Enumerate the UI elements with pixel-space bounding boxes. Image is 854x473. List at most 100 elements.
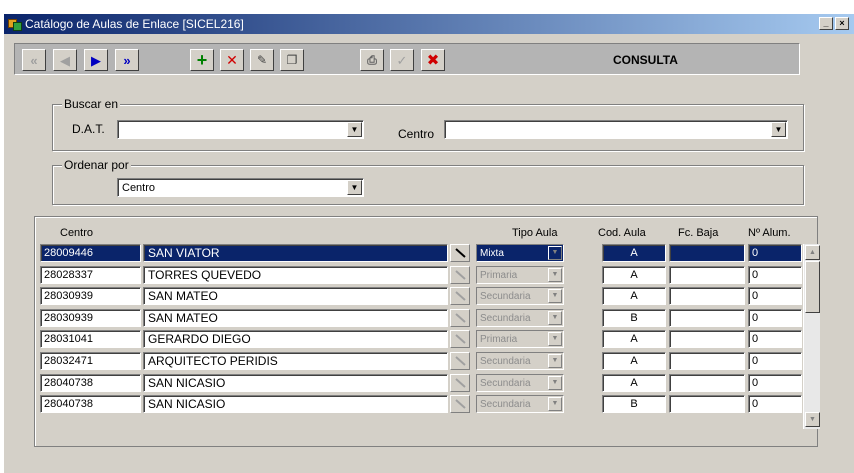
num-alum-field[interactable]: 0 — [748, 395, 802, 413]
centro-label: Centro — [398, 127, 435, 141]
lov-button[interactable] — [450, 330, 470, 348]
chevron-down-icon[interactable]: ▼ — [548, 376, 562, 390]
fc-baja-field[interactable] — [669, 352, 745, 370]
accept-button[interactable]: ✓ — [390, 49, 414, 71]
print-button[interactable]: ⎙ — [360, 49, 384, 71]
cod-aula-field[interactable]: A — [602, 244, 666, 262]
num-alum-field[interactable]: 0 — [748, 352, 802, 370]
toolbar: « ◀ ▶ » + ✕ ✎ ❐ ⎙ ✓ ✖ CONSULTA — [14, 43, 800, 75]
cod-aula-field[interactable]: B — [602, 395, 666, 413]
last-record-button[interactable]: » — [115, 49, 139, 71]
fc-baja-field[interactable] — [669, 374, 745, 392]
fc-baja-field[interactable] — [669, 266, 745, 284]
tipo-aula-select[interactable]: Secundaria ▼ — [476, 309, 564, 327]
cod-aula-field[interactable]: A — [602, 330, 666, 348]
tipo-aula-select[interactable]: Secundaria ▼ — [476, 374, 564, 392]
centro-code-field[interactable]: 28009446 — [40, 244, 141, 262]
centro-name-field[interactable]: SAN VIATOR — [143, 244, 448, 262]
cancel-icon: ✖ — [426, 51, 440, 69]
chevron-down-icon[interactable]: ▼ — [548, 332, 562, 346]
cod-aula-field[interactable]: A — [602, 374, 666, 392]
scroll-down-icon[interactable]: ▼ — [805, 412, 820, 427]
copy-button[interactable]: ❐ — [280, 49, 304, 71]
scroll-thumb[interactable] — [805, 261, 820, 313]
tipo-aula-select[interactable]: Primaria ▼ — [476, 330, 564, 348]
window-title: Catálogo de Aulas de Enlace [SICEL216] — [25, 17, 244, 31]
centro-code-field[interactable]: 28032471 — [40, 352, 141, 370]
centro-code-field[interactable]: 28028337 — [40, 266, 141, 284]
cod-aula-field[interactable]: A — [602, 287, 666, 305]
app-icon — [8, 17, 22, 31]
lov-button[interactable] — [450, 352, 470, 370]
centro-name-field[interactable]: SAN MATEO — [143, 309, 448, 327]
sort-group-legend: Ordenar por — [62, 158, 131, 172]
next-record-button[interactable]: ▶ — [84, 49, 108, 71]
pencil-icon — [455, 248, 466, 258]
centro-name-field[interactable]: SAN NICASIO — [143, 374, 448, 392]
chevron-down-icon[interactable]: ▼ — [548, 397, 562, 411]
tipo-aula-select[interactable]: Primaria ▼ — [476, 266, 564, 284]
sort-select[interactable]: Centro ▼ — [117, 178, 364, 197]
close-button[interactable]: × — [835, 17, 849, 30]
first-record-button[interactable]: « — [22, 49, 46, 71]
minimize-button[interactable]: _ — [819, 17, 833, 30]
num-alum-field[interactable]: 0 — [748, 374, 802, 392]
add-record-button[interactable]: + — [190, 49, 214, 71]
centro-name-field[interactable]: GERARDO DIEGO — [143, 330, 448, 348]
previous-record-button[interactable]: ◀ — [53, 49, 77, 71]
centro-name-field[interactable]: ARQUITECTO PERIDIS — [143, 352, 448, 370]
chevron-down-icon[interactable]: ▼ — [347, 180, 362, 195]
centro-name-field[interactable]: SAN MATEO — [143, 287, 448, 305]
vertical-scrollbar[interactable]: ▲ ▼ — [803, 244, 820, 429]
col-header-centro: Centro — [60, 227, 94, 239]
centro-code-field[interactable]: 28030939 — [40, 287, 141, 305]
fc-baja-field[interactable] — [669, 395, 745, 413]
centro-name-field[interactable]: TORRES QUEVEDO — [143, 266, 448, 284]
fc-baja-field[interactable] — [669, 244, 745, 262]
cod-aula-field[interactable]: A — [602, 352, 666, 370]
lov-button[interactable] — [450, 395, 470, 413]
col-header-fc-baja: Fc. Baja — [678, 227, 719, 239]
num-alum-field[interactable]: 0 — [748, 287, 802, 305]
chevron-down-icon[interactable]: ▼ — [548, 268, 562, 282]
fc-baja-field[interactable] — [669, 309, 745, 327]
first-record-icon: « — [30, 52, 38, 68]
tipo-aula-select[interactable]: Secundaria ▼ — [476, 287, 564, 305]
copy-icon: ❐ — [286, 53, 298, 67]
tipo-aula-select[interactable]: Secundaria ▼ — [476, 352, 564, 370]
centro-code-field[interactable]: 28031041 — [40, 330, 141, 348]
clear-button[interactable]: ✎ — [250, 49, 274, 71]
num-alum-field[interactable]: 0 — [748, 330, 802, 348]
dat-select[interactable]: ▼ — [117, 120, 364, 139]
chevron-down-icon[interactable]: ▼ — [548, 246, 562, 260]
chevron-down-icon[interactable]: ▼ — [771, 122, 786, 137]
centro-select[interactable]: ▼ — [444, 120, 788, 139]
fc-baja-field[interactable] — [669, 287, 745, 305]
cod-aula-field[interactable]: A — [602, 266, 666, 284]
centro-name-field[interactable]: SAN NICASIO — [143, 395, 448, 413]
chevron-down-icon[interactable]: ▼ — [548, 289, 562, 303]
lov-button[interactable] — [450, 287, 470, 305]
lov-button[interactable] — [450, 309, 470, 327]
centro-code-field[interactable]: 28040738 — [40, 374, 141, 392]
pencil-icon — [455, 378, 466, 388]
tipo-aula-select[interactable]: Mixta ▼ — [476, 244, 564, 262]
centro-code-field[interactable]: 28040738 — [40, 395, 141, 413]
num-alum-field[interactable]: 0 — [748, 309, 802, 327]
centro-code-field[interactable]: 28030939 — [40, 309, 141, 327]
previous-record-icon: ◀ — [60, 52, 70, 68]
tipo-aula-select[interactable]: Secundaria ▼ — [476, 395, 564, 413]
num-alum-field[interactable]: 0 — [748, 266, 802, 284]
lov-button[interactable] — [450, 266, 470, 284]
scroll-up-icon[interactable]: ▲ — [805, 245, 820, 260]
chevron-down-icon[interactable]: ▼ — [548, 354, 562, 368]
cod-aula-field[interactable]: B — [602, 309, 666, 327]
cancel-button[interactable]: ✖ — [421, 49, 445, 71]
chevron-down-icon[interactable]: ▼ — [548, 311, 562, 325]
chevron-down-icon[interactable]: ▼ — [347, 122, 362, 137]
lov-button[interactable] — [450, 374, 470, 392]
delete-record-button[interactable]: ✕ — [220, 49, 244, 71]
num-alum-field[interactable]: 0 — [748, 244, 802, 262]
lov-button[interactable] — [450, 244, 470, 262]
fc-baja-field[interactable] — [669, 330, 745, 348]
